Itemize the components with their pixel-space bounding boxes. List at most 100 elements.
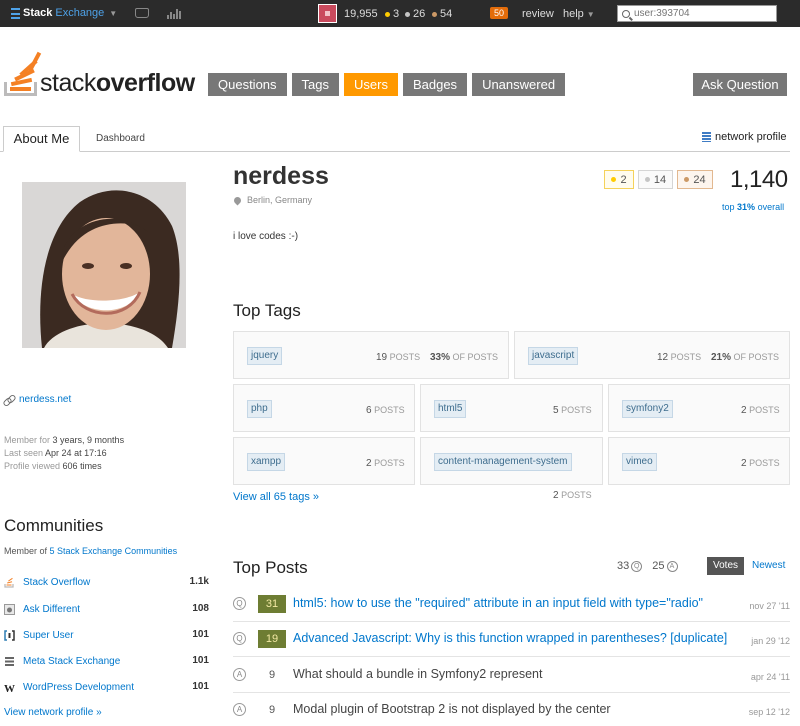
tag-posts-number: 6	[366, 405, 372, 416]
tag-card: symfony2 2 POSTS	[608, 384, 790, 432]
community-wordpress-development[interactable]: W WordPress Development 101	[4, 678, 209, 696]
achievements-icon[interactable]	[167, 7, 181, 19]
rank-prefix: top	[722, 202, 735, 212]
stackoverflow-logo[interactable]: stackoverflow	[4, 44, 195, 96]
logo-wordmark: stackoverflow	[40, 71, 195, 96]
nav-tags[interactable]: Tags	[291, 73, 340, 96]
tag-chip[interactable]: vimeo	[622, 453, 657, 471]
stack-exchange-menu[interactable]: Stack Exchange ▼	[11, 7, 117, 19]
nav-unanswered[interactable]: Unanswered	[472, 73, 566, 96]
gold-badge-box[interactable]: 2	[604, 170, 634, 189]
questions-filter[interactable]: 33 Q	[617, 560, 643, 572]
sort-newest-button[interactable]: Newest	[752, 560, 785, 571]
ask-question-button[interactable]: Ask Question	[693, 73, 787, 96]
post-score: 31	[258, 595, 286, 613]
tag-share-percent: 21%	[711, 352, 732, 363]
tag-posts-number: 2	[553, 490, 559, 501]
post-title-link[interactable]: What should a bundle in Symfony2 represe…	[293, 667, 542, 681]
of-posts-word: OF POSTS	[452, 352, 499, 362]
tag-chip[interactable]: javascript	[528, 347, 579, 365]
community-rep: 101	[192, 655, 209, 666]
communities-heading: Communities	[4, 516, 104, 535]
nav-badges[interactable]: Badges	[402, 73, 468, 96]
tag-chip[interactable]: xampp	[247, 453, 286, 471]
tab-about-me[interactable]: About Me	[3, 126, 80, 152]
tag-post-count: 2 POSTS	[741, 405, 780, 416]
community-stack-overflow[interactable]: Stack Overflow 1.1k	[4, 573, 209, 591]
silver-badge-box[interactable]: 14	[638, 170, 673, 189]
search-input[interactable]	[634, 8, 769, 19]
answers-filter[interactable]: 25 A	[652, 560, 678, 572]
topbar-reputation[interactable]: 19,955	[344, 8, 378, 20]
community-name: Meta Stack Exchange	[23, 655, 121, 667]
website-url: nerdess.net	[19, 394, 72, 405]
review-count-badge[interactable]: 50	[490, 7, 509, 19]
community-ask-different[interactable]: Ask Different 108	[4, 600, 209, 618]
stack-exchange-icon	[11, 7, 20, 19]
post-row: Q 19 Advanced Javascript: Why is this fu…	[233, 623, 790, 657]
community-meta-stack-exchange[interactable]: Meta Stack Exchange 101	[4, 652, 209, 670]
tag-post-count: 5 POSTS	[553, 405, 592, 416]
tag-chip[interactable]: jquery	[247, 347, 283, 365]
view-network-profile-link[interactable]: View network profile »	[4, 707, 102, 718]
post-title-link[interactable]: Modal plugin of Bootstrap 2 is not displ…	[293, 702, 611, 716]
post-row: A 9 Modal plugin of Bootstrap 2 is not d…	[233, 694, 790, 726]
bronze-badge-count: 24	[693, 173, 706, 186]
posts-word: POSTS	[670, 352, 702, 362]
community-rep: 101	[192, 681, 209, 692]
communities-count-link[interactable]: 5 Stack Exchange Communities	[50, 546, 178, 556]
review-link[interactable]: review	[522, 8, 554, 20]
last-seen-value: Apr 24 at 17:16	[45, 448, 107, 458]
sort-votes-button[interactable]: Votes	[707, 557, 744, 575]
rank-percent: 31%	[737, 202, 756, 212]
community-name: Ask Different	[23, 603, 81, 615]
community-super-user[interactable]: Super User 101	[4, 626, 209, 644]
topbar-silver-badges[interactable]: 26	[405, 8, 425, 20]
meta-stack-exchange-icon	[4, 656, 15, 667]
help-menu[interactable]: help ▼	[563, 8, 595, 20]
question-icon: Q	[233, 597, 246, 610]
posts-word: POSTS	[374, 458, 405, 468]
tag-chip[interactable]: php	[247, 400, 272, 418]
tag-share-percent: 33%	[430, 352, 451, 363]
bronze-badge-icon	[432, 11, 437, 17]
tag-chip[interactable]: html5	[434, 400, 467, 418]
answer-icon: A	[666, 560, 678, 572]
tag-card: jquery 19 POSTS 33% OF POSTS	[233, 331, 509, 379]
inbox-icon[interactable]	[135, 8, 149, 18]
user-avatar[interactable]	[318, 4, 337, 23]
post-title-link[interactable]: html5: how to use the "required" attribu…	[293, 596, 703, 610]
reputation-rank[interactable]: top 31% overall	[722, 202, 784, 212]
bronze-badge-box[interactable]: 24	[677, 170, 713, 189]
website-link[interactable]: nerdess.net	[4, 394, 71, 405]
tag-post-count: 19 POSTS	[376, 352, 420, 363]
tag-chip[interactable]: content-management-system	[434, 453, 572, 471]
posts-word: POSTS	[561, 490, 592, 500]
tag-card: html5 5 POSTS	[420, 384, 603, 432]
view-all-tags-link[interactable]: View all 65 tags »	[233, 491, 319, 503]
search-box[interactable]	[617, 5, 777, 22]
main-nav: Questions Tags Users Badges Unanswered	[208, 73, 566, 96]
brand-exchange-text: Exchange	[55, 7, 105, 19]
search-icon	[622, 9, 630, 18]
gold-badge-count: 2	[620, 173, 627, 186]
post-score: 19	[258, 630, 286, 648]
help-label: help	[563, 8, 584, 20]
tag-card: xampp 2 POSTS	[233, 437, 415, 485]
nav-questions[interactable]: Questions	[208, 73, 287, 96]
nav-users[interactable]: Users	[344, 73, 398, 96]
tag-chip[interactable]: symfony2	[622, 400, 673, 418]
posts-word: POSTS	[374, 405, 405, 415]
silver-badge-count: 26	[413, 8, 426, 20]
network-profile-label: network profile	[715, 131, 787, 143]
post-title-link[interactable]: Advanced Javascript: Why is this functio…	[293, 631, 727, 645]
post-score: 9	[268, 704, 276, 716]
network-profile-link[interactable]: network profile	[702, 131, 787, 143]
tab-dashboard[interactable]: Dashboard	[96, 133, 145, 144]
ask-different-icon	[4, 603, 15, 615]
tag-posts-number: 2	[741, 405, 747, 416]
topbar-bronze-badges[interactable]: 54	[432, 8, 452, 20]
topbar-gold-badges[interactable]: 3	[385, 8, 399, 20]
of-posts-word: OF POSTS	[733, 352, 780, 362]
post-type-filters: 33 Q 25 A	[617, 560, 678, 572]
